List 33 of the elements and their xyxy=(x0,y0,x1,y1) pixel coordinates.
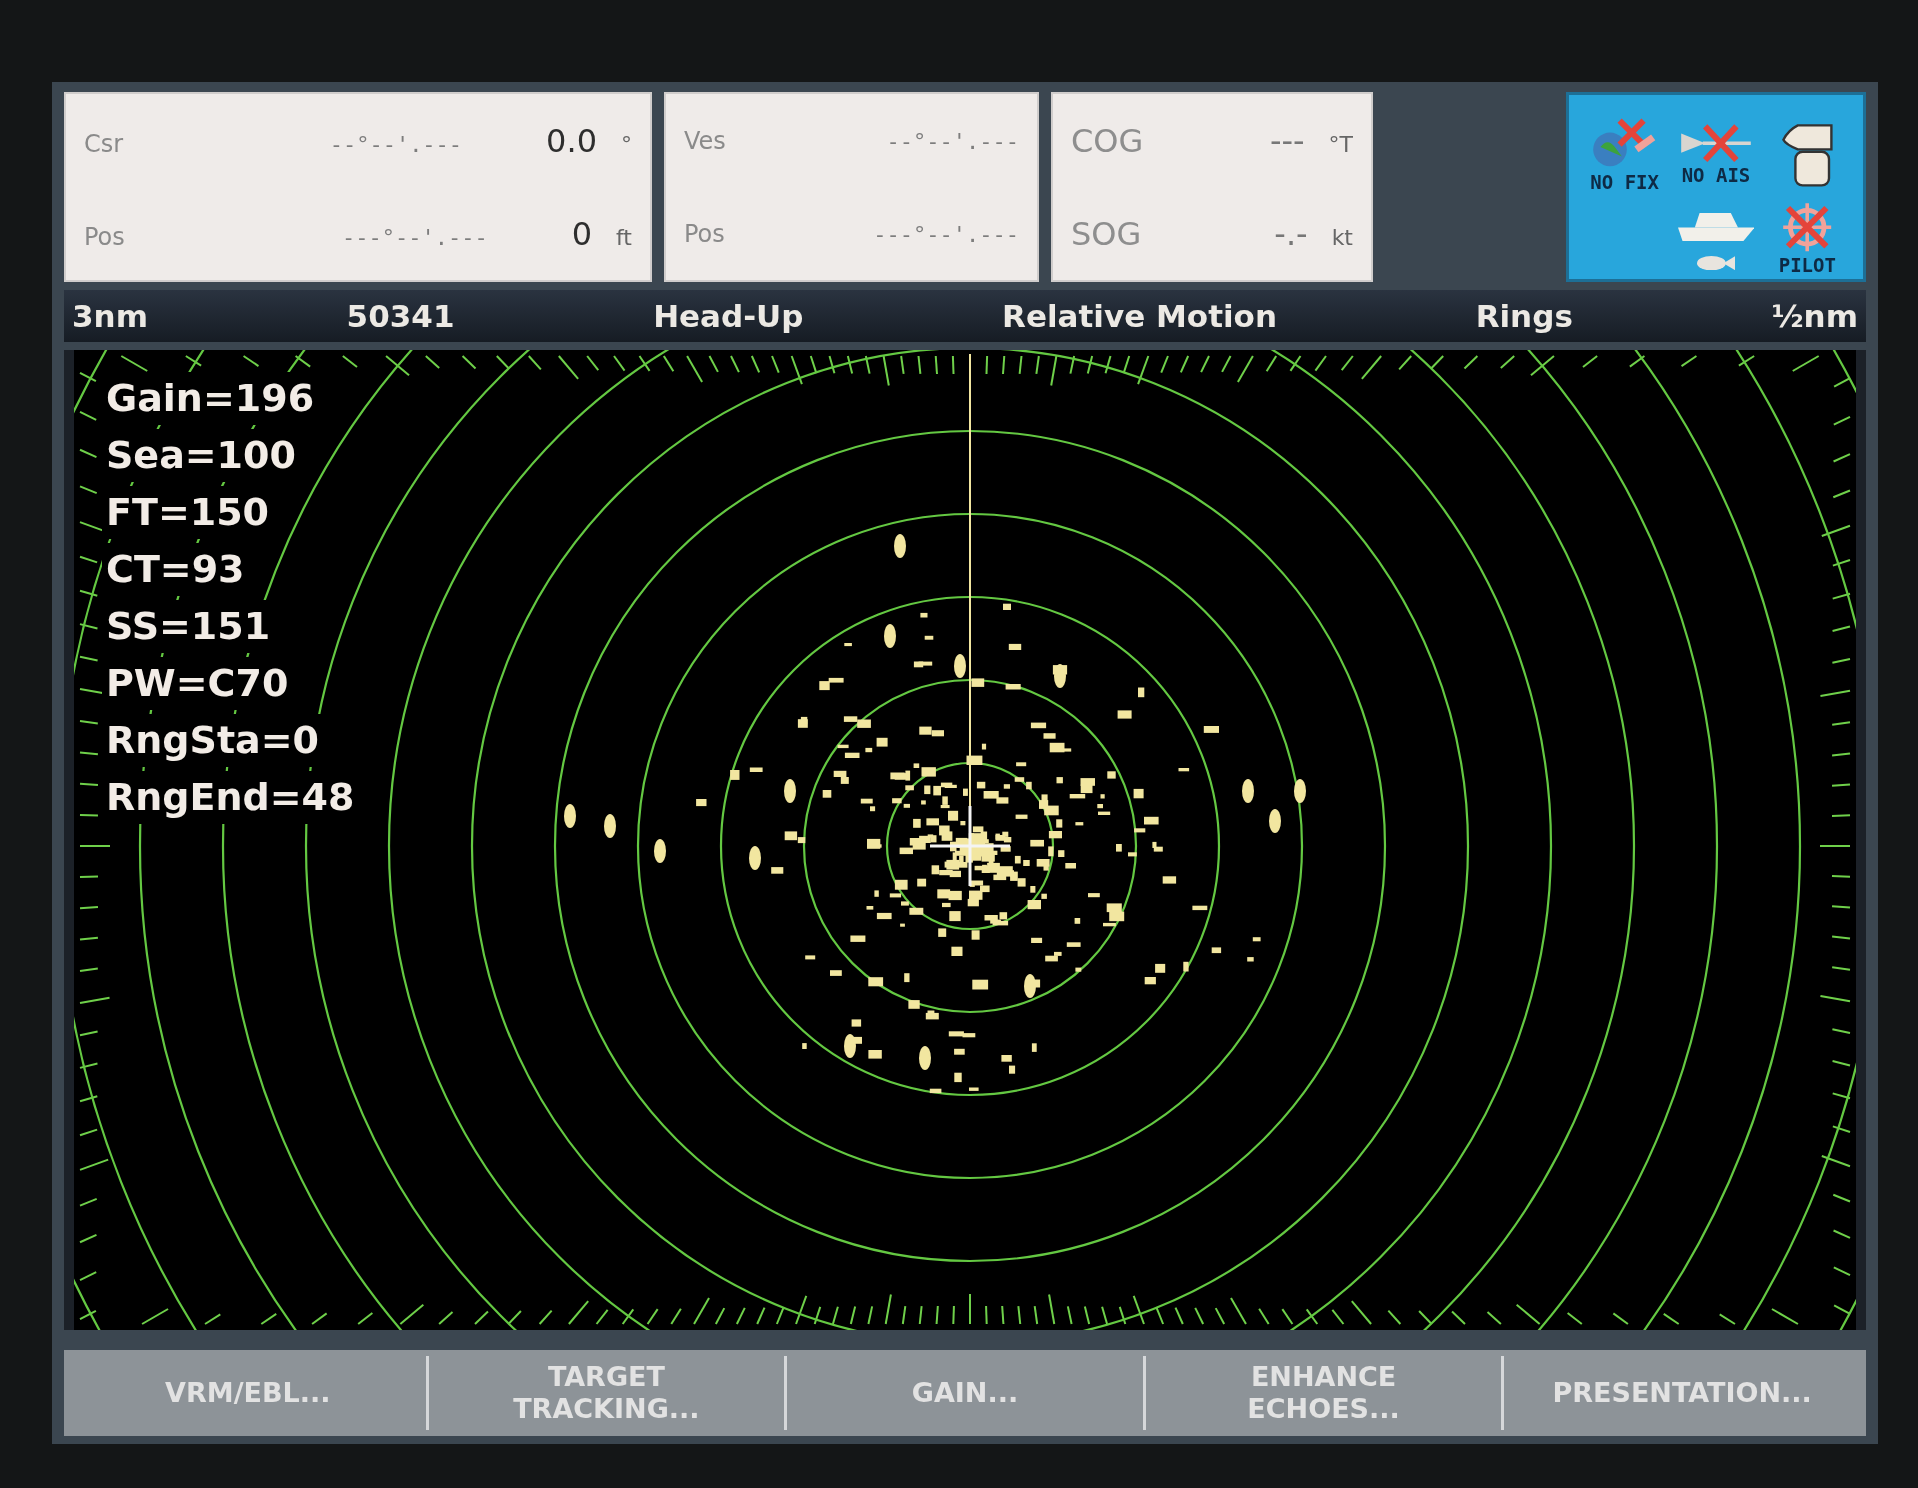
mode-label: Rings xyxy=(1475,298,1573,334)
field-label: SOG xyxy=(1071,214,1142,253)
mode-label: 3nm xyxy=(72,298,148,334)
unit-label: °T xyxy=(1328,131,1353,157)
status-label: NO FIX xyxy=(1590,170,1659,193)
field-label: Pos xyxy=(684,219,726,248)
center-cross-icon xyxy=(930,806,1010,886)
globe-icon xyxy=(1592,117,1658,169)
mode-label: Relative Motion xyxy=(1002,298,1277,334)
crossed-helm-icon xyxy=(1782,201,1833,253)
unit-label: ft xyxy=(616,224,632,250)
position-value: --°--'.--- xyxy=(329,131,463,157)
reading-value: -.- xyxy=(1274,214,1308,253)
reading-value: --- xyxy=(1269,121,1305,160)
unit-label: kt xyxy=(1331,224,1353,250)
boat-icon xyxy=(1677,212,1755,242)
unit-label: ° xyxy=(621,131,632,157)
mode-label: Head-Up xyxy=(653,298,804,334)
status-label: NO AIS xyxy=(1681,164,1751,187)
position-value: ---°--'.--- xyxy=(341,224,488,250)
crossed-antenna-icon xyxy=(1680,123,1752,163)
position-value: ---°--'.--- xyxy=(873,221,1019,247)
mode-label: ½nm xyxy=(1771,298,1858,334)
reading-value: 0 xyxy=(571,214,592,253)
fish-icon xyxy=(1696,255,1736,271)
field-label: Pos xyxy=(84,222,126,251)
field-label: Csr xyxy=(84,129,125,158)
field-label: Ves xyxy=(684,126,727,155)
position-value: --°--'.--- xyxy=(886,128,1019,154)
field-label: COG xyxy=(1071,121,1144,160)
status-label: PILOT xyxy=(1778,254,1836,277)
mode-label: 50341 xyxy=(346,298,455,334)
reading-value: 0.0 xyxy=(546,121,597,160)
